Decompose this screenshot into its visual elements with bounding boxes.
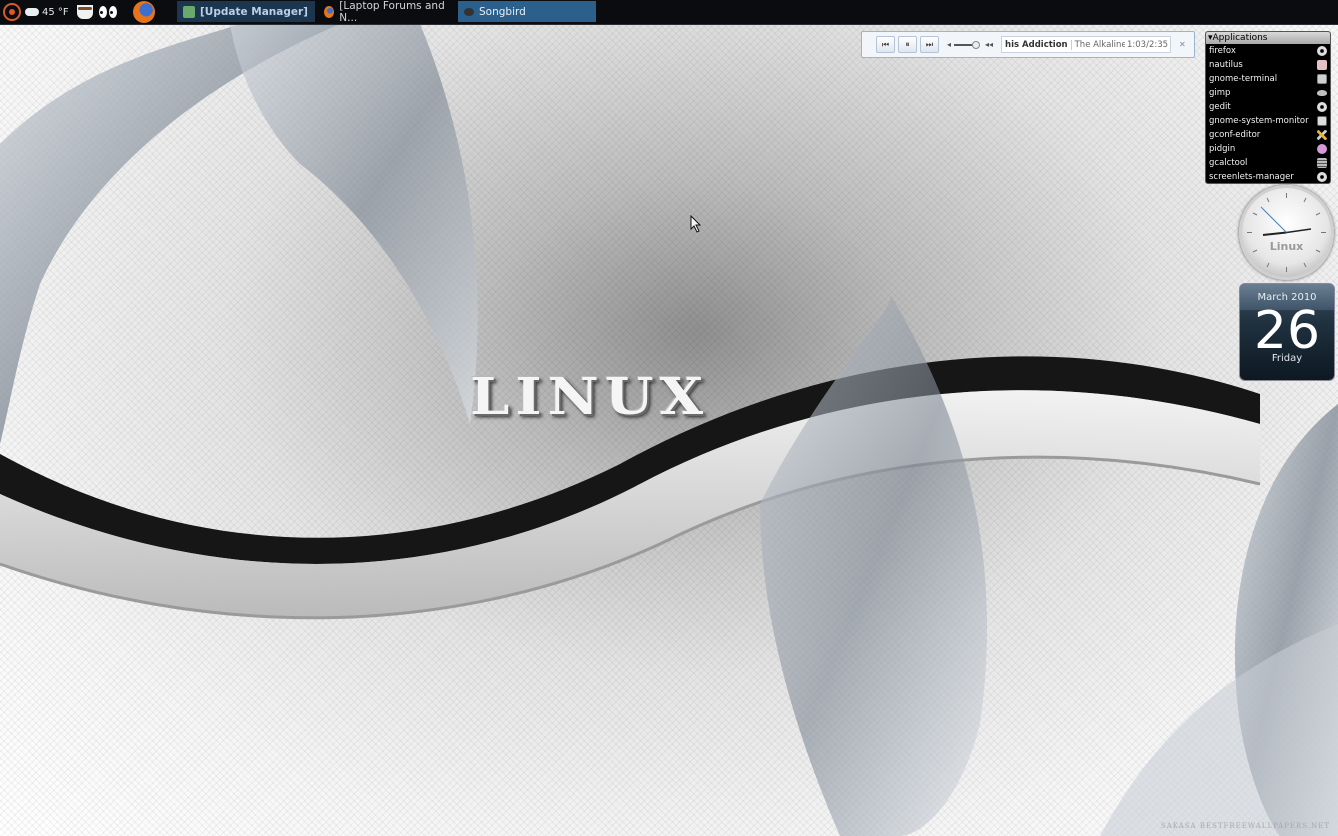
temperature-readout[interactable]: 45 °F xyxy=(42,7,69,18)
calculator-icon xyxy=(1317,158,1327,168)
app-label: gcalctool xyxy=(1209,158,1248,168)
app-item-nautilus[interactable]: nautilus xyxy=(1206,58,1330,72)
caffeine-cup-icon[interactable] xyxy=(76,5,93,19)
app-item-screenlets-manager[interactable]: screenlets-manager xyxy=(1206,170,1330,183)
clock-label: Linux xyxy=(1269,240,1304,253)
taskbar-songbird[interactable]: Songbird xyxy=(458,1,596,22)
task-label: [Laptop Forums and N... xyxy=(339,0,445,24)
track-title: his Addiction xyxy=(1005,39,1068,50)
mouse-pointer-icon xyxy=(690,215,702,233)
gear-icon xyxy=(1317,46,1327,56)
clock-hour-hand xyxy=(1262,231,1287,236)
close-player-button[interactable]: ✕ xyxy=(1179,39,1186,49)
xeyes-icon[interactable] xyxy=(98,6,117,18)
ubuntu-menu-icon[interactable] xyxy=(3,3,21,21)
calendar-weekday: Friday xyxy=(1271,353,1303,364)
app-label: gedit xyxy=(1209,102,1231,112)
app-item-gnome-system-monitor[interactable]: gnome-system-monitor xyxy=(1206,114,1330,128)
calendar-day: 26 xyxy=(1253,301,1321,361)
firefox-icon xyxy=(324,5,335,18)
weather-cloud-icon[interactable] xyxy=(25,8,39,16)
app-label: firefox xyxy=(1209,46,1236,56)
top-panel: 45 °F [Update Manager] [Laptop Forums an… xyxy=(0,0,1338,25)
applications-header[interactable]: ▾Applications xyxy=(1206,32,1330,44)
app-label: nautilus xyxy=(1209,60,1243,70)
clock-screenlet[interactable]: Linux xyxy=(1239,185,1334,280)
close-icon: ✕ xyxy=(1179,39,1186,49)
app-label: gnome-system-monitor xyxy=(1209,116,1309,126)
task-label: [Update Manager] xyxy=(200,5,308,18)
taskbar-update-manager[interactable]: [Update Manager] xyxy=(177,1,315,22)
track-time: 1:03/2:35 xyxy=(1127,39,1169,50)
now-playing-display: his Addiction The Alkaline Tr 1:03/2:35 xyxy=(1001,36,1172,53)
songbird-mini-player: ⏮ ⏸ ⏭ ◂ ◂◂ his Addiction The Alkaline Tr… xyxy=(861,31,1195,58)
wallpaper-watermark: SAKASA BESTFREEWALLPAPERS.NET xyxy=(1160,822,1330,830)
monitor-icon xyxy=(1317,116,1327,126)
calendar-screenlet[interactable]: March 2010 26 Friday xyxy=(1239,283,1335,381)
volume-slider[interactable] xyxy=(954,40,981,49)
clock-minute-hand xyxy=(1286,228,1312,234)
app-item-gconf-editor[interactable]: gconf-editor xyxy=(1206,128,1330,142)
gimp-icon xyxy=(1317,90,1327,96)
linux-logo: LINUX xyxy=(470,367,710,427)
volume-low-icon: ◂ xyxy=(947,40,952,49)
app-item-pidgin[interactable]: pidgin xyxy=(1206,142,1330,156)
app-label: gnome-terminal xyxy=(1209,74,1278,84)
app-label: gconf-editor xyxy=(1209,130,1261,140)
pause-button[interactable]: ⏸ xyxy=(898,36,917,53)
gear-icon xyxy=(1317,172,1327,182)
gear-icon xyxy=(1317,102,1327,112)
tools-icon xyxy=(1317,130,1327,140)
app-label: pidgin xyxy=(1209,144,1236,154)
firefox-launcher-icon[interactable] xyxy=(132,1,155,23)
task-label: Songbird xyxy=(479,5,526,18)
track-artist: The Alkaline Tr xyxy=(1070,39,1125,50)
songbird-icon xyxy=(464,7,474,16)
volume-high-icon: ◂◂ xyxy=(985,40,994,49)
app-item-gedit[interactable]: gedit xyxy=(1206,100,1330,114)
wallpaper-swooshes xyxy=(0,24,1338,836)
app-item-firefox[interactable]: firefox xyxy=(1206,44,1330,58)
pidgin-icon xyxy=(1317,144,1327,154)
app-label: screenlets-manager xyxy=(1209,172,1294,182)
taskbar-laptop-forums[interactable]: [Laptop Forums and N... xyxy=(318,0,454,24)
app-item-gimp[interactable]: gimp xyxy=(1206,86,1330,100)
app-item-gnome-terminal[interactable]: gnome-terminal xyxy=(1206,72,1330,86)
volume-control[interactable]: ◂ ◂◂ xyxy=(947,40,993,49)
clock-face xyxy=(1247,193,1326,272)
update-manager-icon xyxy=(183,5,195,18)
applications-screenlet: ▾Applications firefox nautilus gnome-ter… xyxy=(1205,31,1331,184)
previous-track-button[interactable]: ⏮ xyxy=(876,36,895,53)
clock-second-hand xyxy=(1260,206,1287,233)
desktop-wallpaper: LINUX SAKASA BESTFREEWALLPAPERS.NET xyxy=(0,24,1338,836)
nautilus-icon xyxy=(1317,60,1327,70)
app-label: gimp xyxy=(1209,88,1231,98)
app-item-gcalctool[interactable]: gcalctool xyxy=(1206,156,1330,170)
next-track-button[interactable]: ⏭ xyxy=(920,36,939,53)
terminal-icon xyxy=(1317,74,1327,84)
